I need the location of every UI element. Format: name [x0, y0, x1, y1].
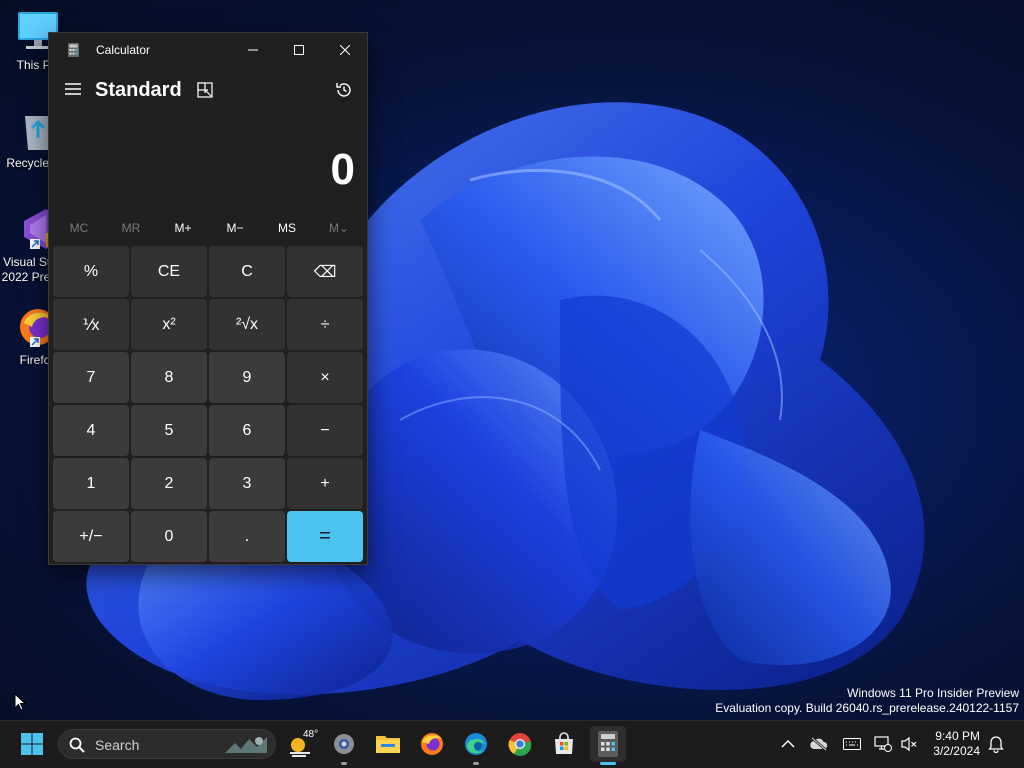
memory-list-button[interactable]: M⌄	[313, 217, 365, 239]
memory-store-button[interactable]: MS	[261, 217, 313, 239]
backspace-key[interactable]: ⌫	[287, 246, 363, 297]
digit-2-key[interactable]: 2	[131, 458, 207, 509]
taskbar: Search 48° 9:40 PM 3/2/2024	[0, 720, 1024, 768]
memory-recall-button[interactable]: MR	[105, 217, 157, 239]
calculator-app-icon	[68, 43, 79, 57]
maximize-icon	[294, 45, 304, 55]
digit-7-key[interactable]: 7	[53, 352, 129, 403]
running-indicator	[341, 762, 347, 765]
taskbar-microsoft-store[interactable]	[546, 726, 582, 762]
weather-temperature: 48°	[303, 729, 319, 740]
decimal-key[interactable]: .	[209, 511, 285, 562]
weather-widget[interactable]: 48°	[286, 727, 322, 763]
evaluation-watermark: Windows 11 Pro Insider Preview Evaluatio…	[715, 686, 1019, 716]
history-button[interactable]	[333, 79, 355, 101]
clock-date: 3/2/2024	[933, 744, 980, 758]
title-bar[interactable]: Calculator	[49, 33, 367, 67]
negate-key[interactable]: +/−	[53, 511, 129, 562]
close-icon	[340, 45, 350, 55]
start-button[interactable]	[14, 726, 50, 762]
onedrive-tray-button[interactable]	[810, 735, 828, 753]
memory-add-button[interactable]: M+	[157, 217, 209, 239]
notification-bell-icon	[988, 736, 1004, 753]
memory-subtract-button[interactable]: M−	[209, 217, 261, 239]
search-icon	[69, 737, 85, 758]
chevron-up-icon	[781, 739, 795, 748]
taskbar-file-explorer[interactable]	[370, 726, 406, 762]
start-icon	[21, 733, 43, 755]
equals-key[interactable]: =	[287, 511, 363, 562]
settings-icon	[334, 734, 354, 754]
digit-6-key[interactable]: 6	[209, 405, 285, 456]
keyboard-icon	[843, 738, 861, 750]
keep-on-top-icon	[197, 82, 213, 98]
microsoft-store-icon	[555, 732, 573, 754]
clear-entry-key[interactable]: CE	[131, 246, 207, 297]
network-tray-button[interactable]	[874, 735, 892, 753]
calculator-window: Calculator Standard 0 MC MR M+ M− MS M⌄ …	[48, 32, 368, 565]
hamburger-icon	[65, 83, 81, 95]
watermark-line-1: Windows 11 Pro Insider Preview	[847, 686, 1019, 700]
digit-4-key[interactable]: 4	[53, 405, 129, 456]
chrome-icon	[508, 733, 532, 756]
show-hidden-icons-button[interactable]	[779, 735, 797, 753]
close-button[interactable]	[322, 33, 368, 67]
percent-key[interactable]: %	[53, 246, 129, 297]
taskbar-chrome[interactable]	[502, 726, 538, 762]
minimize-icon	[248, 49, 258, 51]
calculator-mode-title: Standard	[95, 79, 182, 101]
history-icon	[336, 83, 351, 97]
clock-time: 9:40 PM	[935, 729, 980, 743]
taskbar-calculator[interactable]	[590, 726, 626, 765]
memory-buttons-row: MC MR M+ M− MS M⌄	[53, 217, 365, 239]
digit-1-key[interactable]: 1	[53, 458, 129, 509]
taskbar-firefox[interactable]	[414, 726, 450, 762]
digit-5-key[interactable]: 5	[131, 405, 207, 456]
network-icon	[874, 736, 892, 752]
keypad: % CE C ⌫ ⅟x x² ²√x ÷ 7 8 9 × 4 5 6− 1 2 3 + +/− 0. =	[53, 246, 365, 562]
navigation-menu-button[interactable]	[61, 77, 85, 101]
taskbar-settings[interactable]	[326, 726, 362, 765]
notification-center-button[interactable]	[987, 735, 1005, 753]
multiply-key[interactable]: ×	[287, 352, 363, 403]
file-explorer-icon	[376, 736, 400, 753]
taskbar-clock[interactable]: 9:40 PM 3/2/2024	[924, 729, 980, 759]
add-key[interactable]: +	[287, 458, 363, 509]
volume-tray-button[interactable]	[900, 735, 918, 753]
volume-muted-icon	[901, 736, 917, 752]
reciprocal-key[interactable]: ⅟x	[53, 299, 129, 350]
square-key[interactable]: x²	[131, 299, 207, 350]
cursor-arrow-icon	[14, 692, 27, 711]
square-root-key[interactable]: ²√x	[209, 299, 285, 350]
search-highlight-icon	[223, 733, 269, 755]
active-indicator	[600, 762, 616, 765]
taskbar-edge[interactable]	[458, 726, 494, 765]
maximize-button[interactable]	[276, 33, 322, 67]
edge-icon	[465, 733, 487, 755]
calculator-icon	[598, 731, 618, 757]
firefox-icon	[421, 733, 443, 755]
minimize-button[interactable]	[230, 33, 276, 67]
input-indicator-button[interactable]	[843, 735, 861, 753]
watermark-line-2: Evaluation copy. Build 26040.rs_prerelea…	[715, 701, 1019, 715]
window-title: Calculator	[96, 43, 151, 57]
digit-3-key[interactable]: 3	[209, 458, 285, 509]
memory-clear-button[interactable]: MC	[53, 217, 105, 239]
clear-key[interactable]: C	[209, 246, 285, 297]
taskbar-search-box[interactable]: Search	[58, 729, 276, 759]
divide-key[interactable]: ÷	[287, 299, 363, 350]
result-display: 0	[330, 145, 355, 194]
digit-8-key[interactable]: 8	[131, 352, 207, 403]
running-indicator	[473, 762, 479, 765]
keep-on-top-button[interactable]	[194, 79, 216, 101]
onedrive-icon	[810, 737, 828, 751]
subtract-key[interactable]: −	[287, 405, 363, 456]
digit-9-key[interactable]: 9	[209, 352, 285, 403]
mouse-cursor	[14, 692, 27, 716]
search-placeholder: Search	[95, 737, 140, 753]
digit-0-key[interactable]: 0	[131, 511, 207, 562]
